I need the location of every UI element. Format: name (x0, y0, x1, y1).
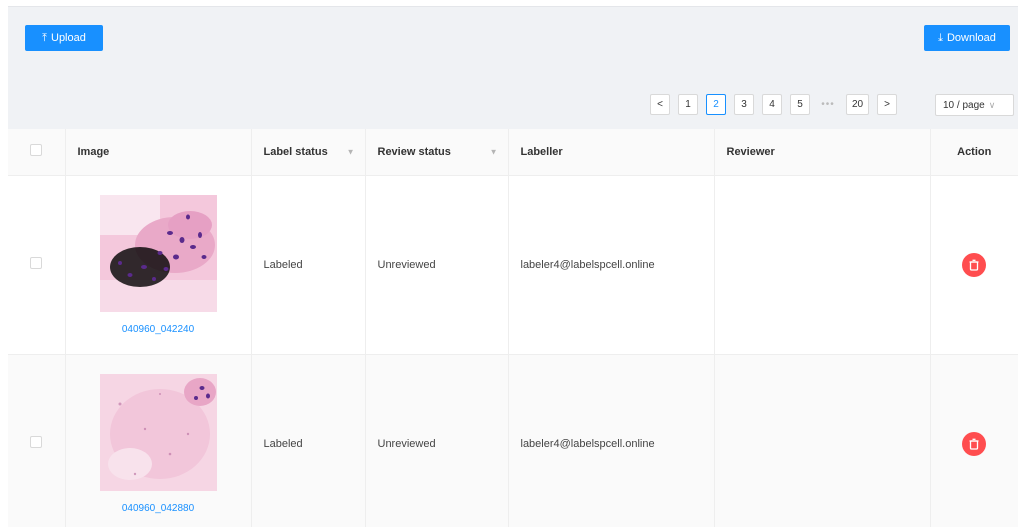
row-select-cell (8, 354, 66, 527)
delete-icon (969, 259, 979, 271)
filter-icon[interactable]: ▼ (347, 147, 355, 156)
delete-button[interactable] (962, 252, 987, 277)
content-panel: ⤒ Upload ⤓ Download < 1 2 3 4 5 ••• 20 >… (8, 6, 1018, 527)
header-action: Action (930, 129, 1018, 176)
pagination-prev[interactable]: < (650, 94, 670, 115)
table-row: 040960_042240 Labeled Unreviewed labeler… (8, 175, 1018, 355)
table-header-row: Image Label status ▼ Review status ▼ Lab… (8, 129, 1018, 176)
upload-label: Upload (51, 32, 86, 44)
action-cell (930, 354, 1018, 527)
download-label: Download (946, 32, 996, 44)
header-label-status-text: Label status (263, 145, 328, 158)
image-cell: 040960_042240 (65, 175, 252, 355)
pagination: < 1 2 3 4 5 ••• 20 > (650, 94, 897, 115)
reviewer-cell (714, 354, 931, 527)
reviewer-cell (714, 175, 931, 355)
image-cell: 040960_042880 (65, 354, 252, 527)
pagination-page-3[interactable]: 3 (734, 94, 754, 115)
header-label-status: Label status ▼ (251, 129, 366, 176)
filter-icon[interactable]: ▼ (490, 147, 498, 156)
label-status-cell: Labeled (251, 175, 366, 355)
download-icon: ⤓ (938, 31, 943, 44)
upload-button[interactable]: ⤒ Upload (25, 25, 103, 51)
row-select-cell (8, 175, 66, 355)
header-image: Image (65, 129, 252, 176)
download-button[interactable]: ⤓ Download (924, 25, 1010, 51)
image-name-link[interactable]: 040960_042240 (122, 324, 194, 335)
pagination-page-4[interactable]: 4 (762, 94, 782, 115)
header-review-status-text: Review status (377, 145, 451, 158)
delete-button[interactable] (962, 431, 987, 456)
header-review-status: Review status ▼ (365, 129, 509, 176)
chevron-down-icon: ∨ (988, 99, 996, 110)
header-select-cell (8, 129, 66, 176)
row-checkbox[interactable] (30, 257, 43, 269)
header-reviewer: Reviewer (714, 129, 931, 176)
pagination-page-1[interactable]: 1 (678, 94, 698, 115)
pagination-page-last[interactable]: 20 (846, 94, 869, 115)
row-checkbox[interactable] (30, 436, 43, 448)
upload-icon: ⤒ (42, 31, 47, 44)
review-status-cell: Unreviewed (365, 175, 509, 355)
page-size-value: 10 / page (943, 99, 985, 111)
cell-image-thumbnail[interactable] (99, 373, 217, 491)
page-size-select[interactable]: 10 / page ∨ (935, 94, 1014, 116)
action-cell (930, 175, 1018, 355)
labeller-cell: labeler4@labelspcell.online (508, 175, 715, 355)
header-labeller: Labeller (508, 129, 715, 176)
label-status-cell: Labeled (251, 354, 366, 527)
pagination-next[interactable]: > (877, 94, 897, 115)
cell-image-thumbnail[interactable] (99, 194, 217, 312)
pagination-ellipsis[interactable]: ••• (818, 94, 838, 115)
review-status-cell: Unreviewed (365, 354, 509, 527)
image-name-link[interactable]: 040960_042880 (122, 503, 194, 514)
images-table: Image Label status ▼ Review status ▼ Lab… (8, 129, 1018, 527)
select-all-checkbox[interactable] (30, 144, 43, 157)
delete-icon (969, 438, 979, 450)
pagination-page-2[interactable]: 2 (706, 94, 726, 115)
table-row: 040960_042880 Labeled Unreviewed labeler… (8, 354, 1018, 527)
labeller-cell: labeler4@labelspcell.online (508, 354, 715, 527)
pagination-page-5[interactable]: 5 (790, 94, 810, 115)
